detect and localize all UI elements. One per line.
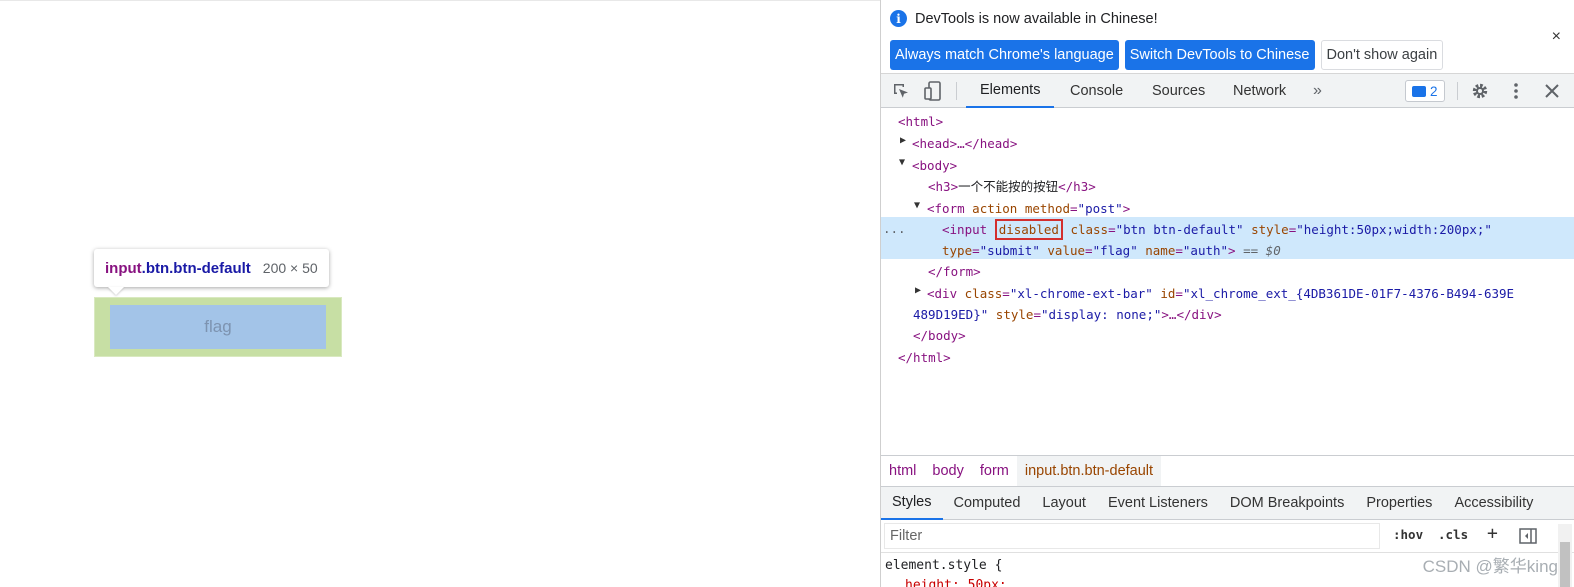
dom-line-h3[interactable]: <h3>一个不能按的按钮</h3>	[928, 176, 1096, 197]
dom-tree: <html> ▶ <head>…</head> ▼ <body> <h3>一个不…	[881, 110, 1574, 455]
disabled-attribute: disabled	[994, 219, 1063, 240]
dom-line-body-close[interactable]: </body>	[913, 325, 966, 346]
breadcrumb-form[interactable]: form	[972, 456, 1017, 486]
dom-line-div-cont[interactable]: 489D19ED}" style="display: none;">…</div…	[913, 304, 1222, 325]
infobar-message: DevTools is now available in Chinese!	[915, 10, 1158, 27]
info-icon: i	[890, 10, 907, 27]
breadcrumb-input[interactable]: input.btn.btn-default	[1016, 456, 1162, 486]
close-devtools-icon[interactable]	[1541, 80, 1563, 102]
infobar-close-icon[interactable]: ×	[1552, 28, 1561, 46]
breadcrumb-html[interactable]: html	[881, 456, 924, 486]
element-style-rule[interactable]: element.style {	[885, 555, 1002, 576]
subtab-layout[interactable]: Layout	[1031, 487, 1097, 520]
dom-line-html-close[interactable]: </html>	[898, 347, 951, 368]
tab-network[interactable]: Network	[1219, 74, 1300, 108]
more-tabs-icon[interactable]: »	[1299, 74, 1336, 108]
dont-show-again-button[interactable]: Don't show again	[1320, 40, 1444, 70]
issues-icon	[1412, 85, 1426, 97]
breadcrumb-body[interactable]: body	[924, 456, 971, 486]
devtools-toolbar: Elements Console Sources Network » 2	[881, 74, 1574, 108]
issues-counter[interactable]: 2	[1405, 80, 1445, 102]
page-viewport: input.btn.btn-default 200 × 50 flag	[0, 0, 880, 587]
tab-console[interactable]: Console	[1056, 74, 1137, 108]
dom-line-head[interactable]: <head>…</head>	[912, 133, 1017, 154]
infobar-buttons: Always match Chrome's language Switch De…	[890, 40, 1444, 70]
toggle-sidebar-icon[interactable]	[1519, 528, 1537, 547]
device-toolbar-icon[interactable]	[922, 80, 944, 102]
node-actions-ellipsis-icon[interactable]: ...	[883, 218, 906, 239]
dom-line-input-cont[interactable]: type="submit" value="flag" name="auth"> …	[942, 240, 1281, 261]
styles-filter-input[interactable]: Filter	[884, 523, 1380, 549]
issues-count: 2	[1430, 83, 1438, 99]
tooltip-size: 200 × 50	[262, 260, 318, 276]
tab-elements[interactable]: Elements	[966, 74, 1055, 108]
cls-toggle[interactable]: .cls	[1438, 527, 1468, 542]
flag-button[interactable]: flag	[110, 305, 326, 349]
subtab-dom-breakpoints[interactable]: DOM Breakpoints	[1219, 487, 1355, 520]
styles-scrollbar[interactable]	[1558, 524, 1572, 587]
tooltip-selector: input.btn.btn-default	[105, 259, 251, 277]
dom-line-input[interactable]: <input disabled class="btn btn-default" …	[942, 219, 1492, 240]
breadcrumb: html body form input.btn.btn-default	[881, 455, 1574, 487]
subtab-properties[interactable]: Properties	[1355, 487, 1443, 520]
match-language-button[interactable]: Always match Chrome's language	[890, 40, 1119, 70]
collapse-triangle-icon[interactable]: ▼	[914, 200, 920, 211]
style-property-height[interactable]: height: 50px;	[905, 575, 1007, 587]
toolbar-separator	[956, 82, 957, 100]
styles-subtabs: Styles Computed Layout Event Listeners D…	[881, 487, 1574, 520]
hov-toggle[interactable]: :hov	[1393, 527, 1423, 542]
dom-line-form[interactable]: <form action method="post">	[927, 198, 1130, 219]
kebab-menu-icon[interactable]	[1505, 80, 1527, 102]
styles-filter-bar: Filter :hov .cls +	[881, 520, 1574, 553]
subtab-styles[interactable]: Styles	[881, 487, 943, 520]
tab-sources[interactable]: Sources	[1138, 74, 1219, 108]
expand-triangle-icon[interactable]: ▶	[915, 285, 921, 296]
dom-line-body[interactable]: <body>	[912, 155, 957, 176]
element-inspect-tooltip: input.btn.btn-default 200 × 50	[94, 249, 329, 287]
subtab-event-listeners[interactable]: Event Listeners	[1097, 487, 1219, 520]
infobar-message-row: i DevTools is now available in Chinese!	[890, 10, 1158, 27]
expand-triangle-icon[interactable]: ▶	[900, 135, 906, 146]
collapse-triangle-icon[interactable]: ▼	[899, 157, 905, 168]
settings-gear-icon[interactable]	[1469, 80, 1491, 102]
language-infobar: i DevTools is now available in Chinese! …	[881, 0, 1574, 74]
toolbar-separator-2	[1457, 82, 1458, 100]
subtab-accessibility[interactable]: Accessibility	[1443, 487, 1544, 520]
dom-line-div[interactable]: <div class="xl-chrome-ext-bar" id="xl_ch…	[927, 283, 1514, 304]
watermark: CSDN @繁华king	[1422, 557, 1558, 576]
new-style-rule-icon[interactable]: +	[1487, 523, 1498, 544]
inspect-element-icon[interactable]	[890, 80, 912, 102]
scrollbar-thumb[interactable]	[1560, 542, 1570, 587]
dom-line-html[interactable]: <html>	[898, 111, 943, 132]
flag-button-label: flag	[204, 317, 232, 336]
devtools-panel: i DevTools is now available in Chinese! …	[880, 0, 1574, 587]
dom-line-form-close[interactable]: </form>	[928, 261, 981, 282]
switch-to-chinese-button[interactable]: Switch DevTools to Chinese	[1124, 40, 1315, 70]
subtab-computed[interactable]: Computed	[943, 487, 1032, 520]
